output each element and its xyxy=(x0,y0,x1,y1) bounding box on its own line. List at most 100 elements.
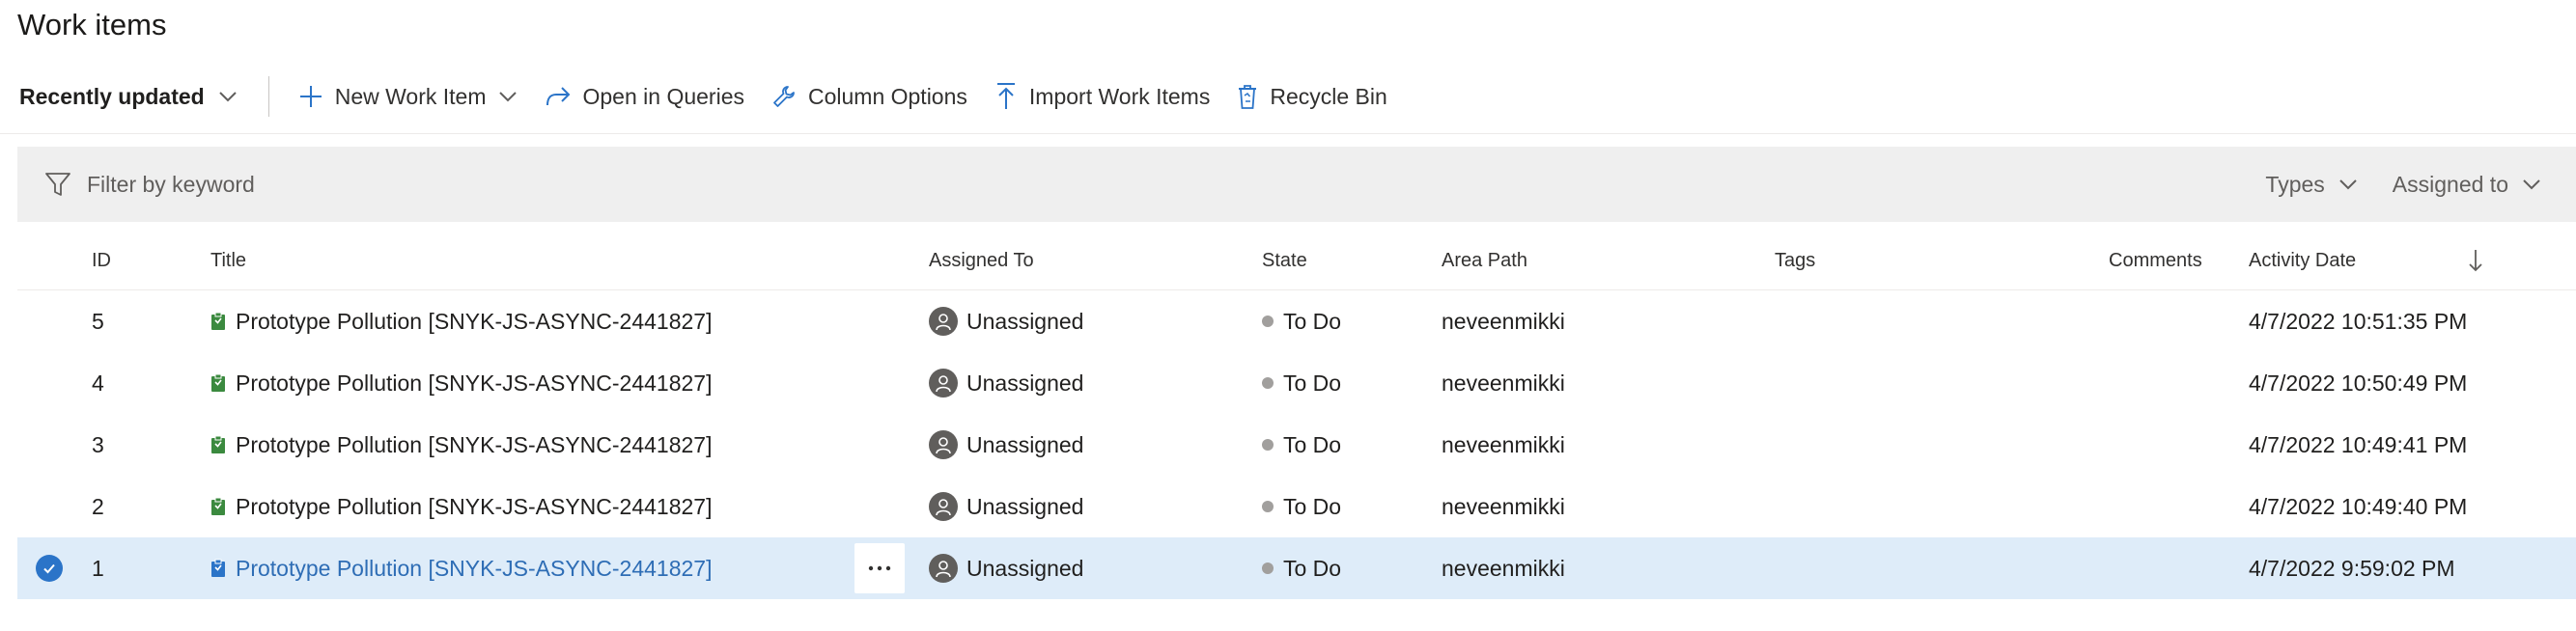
state-cell: To Do xyxy=(1262,537,1341,599)
recycle-bin-button[interactable]: Recycle Bin xyxy=(1223,69,1400,123)
table-row[interactable]: 1 Prototype Pollution [SNYK-JS-ASYNC-244… xyxy=(17,537,2576,599)
table-row[interactable]: 2 Prototype Pollution [SNYK-JS-ASYNC-244… xyxy=(17,476,2576,537)
state-dot-icon xyxy=(1262,501,1274,512)
state-text: To Do xyxy=(1283,493,1342,519)
work-item-id: 2 xyxy=(92,493,104,519)
assigned-to-filter-dropdown[interactable]: Assigned to xyxy=(2393,172,2541,198)
state-cell: To Do xyxy=(1262,476,1341,537)
state-text: To Do xyxy=(1283,370,1342,396)
column-header-tags[interactable]: Tags xyxy=(1775,232,1815,289)
page-title: Work items xyxy=(17,8,167,41)
area-path-text: neveenmikki xyxy=(1442,493,1565,519)
work-item-title-cell[interactable]: Prototype Pollution [SNYK-JS-ASYNC-24418… xyxy=(210,476,712,537)
keyword-filter-input[interactable] xyxy=(85,170,765,199)
work-items-page: Work items Recently updated New Work Ite… xyxy=(0,0,2576,631)
work-item-title[interactable]: Prototype Pollution [SNYK-JS-ASYNC-24418… xyxy=(236,432,712,458)
assigned-to-cell: Unassigned xyxy=(929,414,1083,476)
column-options-button[interactable]: Column Options xyxy=(758,69,981,123)
plus-icon xyxy=(299,86,322,107)
sort-descending-icon[interactable] xyxy=(2468,232,2483,289)
state-text: To Do xyxy=(1283,555,1342,581)
column-header-title[interactable]: Title xyxy=(210,232,246,289)
area-path-text: neveenmikki xyxy=(1442,308,1565,334)
row-select-cell[interactable] xyxy=(33,414,66,476)
column-header-assigned-to[interactable]: Assigned To xyxy=(929,232,1034,289)
work-item-title[interactable]: Prototype Pollution [SNYK-JS-ASYNC-24418… xyxy=(236,494,712,520)
assigned-to-text: Unassigned xyxy=(966,555,1084,581)
table-row[interactable]: 3 Prototype Pollution [SNYK-JS-ASYNC-244… xyxy=(17,414,2576,476)
work-item-id: 3 xyxy=(92,431,104,457)
import-work-items-label: Import Work Items xyxy=(1028,83,1211,109)
unassigned-avatar-icon xyxy=(929,430,958,459)
column-header-state[interactable]: State xyxy=(1262,232,1307,289)
work-item-title[interactable]: Prototype Pollution [SNYK-JS-ASYNC-24418… xyxy=(236,309,712,335)
row-select-cell[interactable] xyxy=(33,537,66,599)
row-selected-check-icon[interactable] xyxy=(36,555,63,582)
filter-icon xyxy=(45,173,70,196)
work-item-title-cell[interactable]: Prototype Pollution [SNYK-JS-ASYNC-24418… xyxy=(210,537,712,599)
column-header-area-path[interactable]: Area Path xyxy=(1442,232,1527,289)
chevron-down-icon xyxy=(219,92,237,102)
chevron-down-icon xyxy=(2523,179,2540,190)
types-filter-label: Types xyxy=(2265,171,2325,197)
column-header-activity-date[interactable]: Activity Date xyxy=(2249,232,2356,289)
work-item-title-cell[interactable]: Prototype Pollution [SNYK-JS-ASYNC-24418… xyxy=(210,352,712,414)
task-icon xyxy=(211,373,225,392)
assigned-to-cell: Unassigned xyxy=(929,537,1083,599)
assigned-to-text: Unassigned xyxy=(966,370,1084,396)
import-work-items-button[interactable]: Import Work Items xyxy=(981,69,1223,123)
activity-date-text: 4/7/2022 10:49:41 PM xyxy=(2249,431,2468,457)
unassigned-avatar-icon xyxy=(929,554,958,583)
unassigned-avatar-icon xyxy=(929,492,958,521)
column-header-comments[interactable]: Comments xyxy=(2109,232,2202,289)
activity-date-text: 4/7/2022 10:49:40 PM xyxy=(2249,493,2468,519)
activity-date-text: 4/7/2022 10:50:49 PM xyxy=(2249,370,2468,396)
assigned-to-text: Unassigned xyxy=(966,493,1084,519)
assigned-to-text: Unassigned xyxy=(966,308,1084,334)
state-cell: To Do xyxy=(1262,352,1341,414)
column-header-id[interactable]: ID xyxy=(92,232,111,289)
work-item-id: 4 xyxy=(92,370,104,396)
table-row[interactable]: 4 Prototype Pollution [SNYK-JS-ASYNC-244… xyxy=(17,352,2576,414)
row-select-cell[interactable] xyxy=(33,476,66,537)
work-item-id: 5 xyxy=(92,308,104,334)
work-item-title[interactable]: Prototype Pollution [SNYK-JS-ASYNC-24418… xyxy=(236,556,712,582)
task-icon xyxy=(211,312,225,330)
row-select-cell[interactable] xyxy=(33,352,66,414)
recycle-bin-icon xyxy=(1239,85,1257,109)
state-text: To Do xyxy=(1283,431,1342,457)
work-item-title-cell[interactable]: Prototype Pollution [SNYK-JS-ASYNC-24418… xyxy=(210,290,712,352)
sort-label: Recently updated xyxy=(19,83,205,109)
open-in-queries-button[interactable]: Open in Queries xyxy=(531,69,758,123)
types-filter-dropdown[interactable]: Types xyxy=(2265,172,2357,198)
state-dot-icon xyxy=(1262,439,1274,451)
work-items-table: ID Title Assigned To State Area Path Tag… xyxy=(17,232,2576,599)
state-dot-icon xyxy=(1262,562,1274,574)
recycle-bin-label: Recycle Bin xyxy=(1270,83,1387,109)
work-item-title[interactable]: Prototype Pollution [SNYK-JS-ASYNC-24418… xyxy=(236,370,712,397)
assigned-to-text: Unassigned xyxy=(966,431,1084,457)
toolbar-divider xyxy=(267,76,269,117)
state-cell: To Do xyxy=(1262,290,1341,352)
more-actions-button[interactable] xyxy=(854,543,905,593)
area-path-text: neveenmikki xyxy=(1442,370,1565,396)
sort-dropdown[interactable]: Recently updated xyxy=(0,69,251,123)
unassigned-avatar-icon xyxy=(929,307,958,336)
row-select-cell[interactable] xyxy=(33,290,66,352)
table-row[interactable]: 5 Prototype Pollution [SNYK-JS-ASYNC-244… xyxy=(17,290,2576,352)
state-text: To Do xyxy=(1283,308,1342,334)
assigned-to-cell: Unassigned xyxy=(929,290,1083,352)
open-in-queries-label: Open in Queries xyxy=(582,83,744,109)
new-work-item-button[interactable]: New Work Item xyxy=(285,69,531,123)
chevron-down-icon xyxy=(2339,179,2357,190)
column-options-label: Column Options xyxy=(807,83,967,109)
work-item-title-cell[interactable]: Prototype Pollution [SNYK-JS-ASYNC-24418… xyxy=(210,414,712,476)
upload-icon xyxy=(996,83,1015,109)
wrench-icon xyxy=(773,86,795,107)
activity-date-text: 4/7/2022 10:51:35 PM xyxy=(2249,308,2468,334)
row-more-cell xyxy=(854,537,905,599)
activity-date-text: 4/7/2022 9:59:02 PM xyxy=(2249,555,2455,581)
toolbar: Recently updated New Work Item Open in Q… xyxy=(0,68,1564,125)
task-icon xyxy=(211,435,225,453)
toolbar-separator xyxy=(0,133,2576,134)
